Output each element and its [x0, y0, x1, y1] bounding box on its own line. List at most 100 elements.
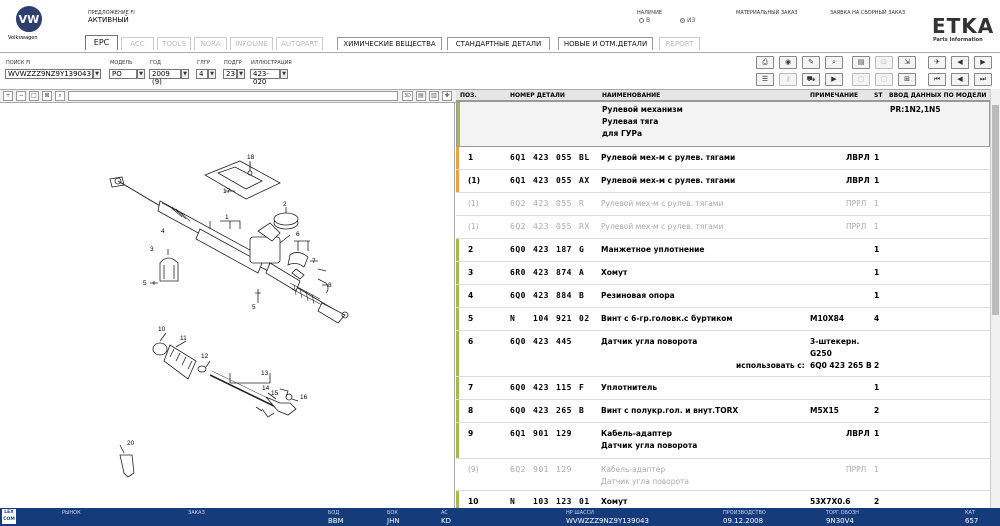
table-row[interactable]: 5 N 104 921 02 Винт с 6-гр.головк.с буртиком M… [456, 308, 990, 331]
callout-6[interactable]: 6 [296, 231, 300, 238]
first-page-icon[interactable]: ⏮ [928, 73, 946, 86]
cart-disabled-icon[interactable]: ⊡ [875, 56, 893, 69]
scroll-thumb[interactable] [992, 105, 999, 315]
tab-new-parts[interactable]: НОВЫЕ И ОТМ.ДЕТАЛИ [558, 37, 653, 50]
tab-infoline[interactable]: INFOLINE [230, 37, 273, 50]
list-view-icon[interactable]: ☰ [756, 73, 774, 86]
parts-diagram[interactable]: 18 17 1 2 3 4 6 7 8 5 5 10 11 12 13 14 1… [0, 103, 455, 508]
search-part-icon[interactable]: ⌕ [825, 56, 843, 69]
prev-page-icon[interactable]: ◀ [951, 56, 969, 69]
zoom-area-icon[interactable]: ⊠ [42, 91, 52, 101]
car-icon[interactable]: ⛟ [802, 73, 820, 86]
callout-2[interactable]: 2 [283, 201, 287, 208]
prev-icon[interactable]: ◀ [951, 73, 969, 86]
tab-autopart[interactable]: AUTOPART [276, 37, 323, 50]
material-order-label[interactable]: МАТЕРИАЛЬНЫЙ ЗАКАЗ [736, 10, 798, 16]
tab-epc[interactable]: EPC [85, 35, 118, 50]
callout-14[interactable]: 14 [262, 385, 270, 392]
col-part-number[interactable]: НОМЕР ДЕТАЛИ [510, 92, 565, 99]
col-model-data[interactable]: ВВОД ДАННЫХ ПО МОДЕЛИ [889, 92, 986, 99]
radio-b[interactable]: В [639, 17, 650, 24]
callout-5a[interactable]: 5 [143, 280, 147, 287]
tab-report[interactable]: REPORT [659, 37, 700, 50]
3d-icon[interactable]: 3D [402, 91, 413, 101]
callout-4[interactable]: 4 [161, 228, 165, 235]
callout-3[interactable]: 3 [150, 246, 154, 253]
table-row[interactable]: 6 6Q0 423 445 Датчик угла поворота 3-штекерн.… [456, 331, 990, 377]
cart-icon[interactable]: ⊞ [898, 73, 916, 86]
year-dropdown-icon[interactable]: ▼ [181, 69, 189, 79]
magnifier-icon[interactable]: ⌕ [55, 91, 65, 101]
model-select[interactable]: PO [109, 69, 137, 79]
callout-17[interactable]: 17 [223, 188, 231, 195]
table-row[interactable]: 8 6Q0 423 265 B Винт с полукр.гол. и внут.TOR… [456, 400, 990, 423]
tab-chemicals[interactable]: ХИМИЧЕСКИЕ ВЕЩЕСТВА [337, 37, 442, 50]
table-row[interactable]: 1 6Q1 423 055 BL Рулевой мех-м с рулев. тягам… [456, 147, 990, 170]
page-icon[interactable]: ▤ [852, 56, 870, 69]
callout-12[interactable]: 12 [201, 353, 209, 360]
callout-15[interactable]: 15 [271, 390, 279, 397]
col-pos[interactable]: ПОЗ. [460, 92, 477, 99]
table-scrollbar[interactable] [990, 89, 1000, 508]
table-row[interactable]: (1) 6Q1 423 055 AX Рулевой мех-м с рулев. тяг… [456, 170, 990, 193]
callout-8[interactable]: 8 [328, 282, 332, 289]
callout-7[interactable]: 7 [312, 258, 316, 265]
table-row[interactable]: 10 N 103 123 01 Хомут 53X7X0.6 2 [456, 491, 990, 508]
play-icon[interactable]: ▶ [825, 73, 843, 86]
col-name[interactable]: НАИМЕНОВАНИЕ [602, 92, 660, 99]
expand-icon[interactable]: ✚ [442, 91, 452, 101]
table-row[interactable]: (9) 6Q2 901 129 Кабель-адаптер Датчик угла по… [456, 459, 990, 491]
pin-icon[interactable]: ✈ [928, 56, 946, 69]
subgroup-select[interactable]: 23 [223, 69, 237, 79]
doc-disabled-icon[interactable]: ▢ [852, 73, 870, 86]
table-row[interactable]: (1) 6Q2 423 055 RX Рулевой мех-м с рулев. тяг… [456, 216, 990, 239]
table-row[interactable]: 7 6Q0 423 115 F Уплотнитель 1 [456, 377, 990, 400]
illustration-dropdown-icon[interactable]: ▼ [280, 69, 288, 79]
subgroup-dropdown-icon[interactable]: ▼ [237, 69, 245, 79]
callout-11[interactable]: 11 [180, 335, 187, 342]
diagram-search-input[interactable] [68, 91, 398, 101]
table-row[interactable]: 4 6Q0 423 884 B Резиновая опора 1 [456, 285, 990, 308]
callout-10[interactable]: 10 [158, 326, 166, 333]
doc2-disabled-icon[interactable]: ▢ [875, 73, 893, 86]
group-header-row[interactable]: Рулевой механизм Рулевая тяга для ГУРа P… [456, 101, 990, 147]
callout-16[interactable]: 16 [300, 394, 308, 401]
table-row[interactable]: (1) 6Q2 423 055 R Рулевой мех-м с рулев. тяга… [456, 193, 990, 216]
illustration-select[interactable]: 423-020 [250, 69, 280, 86]
cell-part-2: 901 [533, 429, 549, 438]
group-select[interactable]: 4 [196, 69, 208, 79]
radio-iz[interactable]: ИЗ [680, 17, 695, 24]
tab-standard-parts[interactable]: СТАНДАРТНЫЕ ДЕТАЛИ [447, 37, 550, 50]
callout-18[interactable]: 18 [247, 154, 255, 161]
camera-icon[interactable]: ◉ [779, 56, 797, 69]
callout-13[interactable]: 13 [261, 370, 269, 377]
layout-1-icon[interactable]: ▤ [416, 91, 426, 101]
table-row[interactable]: 2 6Q0 423 187 G Манжетное уплотнение 1 [456, 239, 990, 262]
table-row[interactable]: 3 6R0 423 874 A Хомут 1 [456, 262, 990, 285]
callout-1[interactable]: 1 [225, 214, 229, 221]
zoom-in-icon[interactable]: + [3, 91, 13, 101]
callout-5b[interactable]: 5 [252, 304, 256, 311]
vin-dropdown-icon[interactable]: ▼ [93, 69, 101, 79]
layout-2-icon[interactable]: ▥ [429, 91, 439, 101]
tab-nora[interactable]: NORA [194, 37, 227, 50]
callout-20[interactable]: 20 [127, 440, 135, 447]
key-icon[interactable]: ⚷ [779, 73, 797, 86]
vin-search-input[interactable]: WVWZZZ9NZ9Y139043 [5, 69, 93, 79]
wrench-icon[interactable]: ✎ [802, 56, 820, 69]
group-dropdown-icon[interactable]: ▼ [208, 69, 216, 79]
tab-tools[interactable]: TOOLS [157, 37, 191, 50]
next-page-icon[interactable]: ▶ [974, 56, 992, 69]
table-row[interactable]: 9 6Q1 901 129 Кабель-адаптер Датчик угла пово… [456, 423, 990, 459]
last-page-icon[interactable]: ⏭ [974, 73, 992, 86]
col-note[interactable]: ПРИМЕЧАНИЕ [810, 92, 858, 99]
print-icon[interactable]: ⎙ [756, 56, 774, 69]
model-dropdown-icon[interactable]: ▼ [137, 69, 145, 79]
zoom-fit-icon[interactable]: □ [29, 91, 39, 101]
assembly-order-label[interactable]: ЗАЯВКА НА СБОРНЫЙ ЗАКАЗ [830, 10, 905, 16]
col-st[interactable]: ST [874, 92, 882, 99]
tab-acc[interactable]: ACC [121, 37, 154, 50]
year-select[interactable]: 2009 (9) [149, 69, 181, 86]
cart-add-icon[interactable]: ⇲ [898, 56, 916, 69]
zoom-out-icon[interactable]: − [16, 91, 26, 101]
